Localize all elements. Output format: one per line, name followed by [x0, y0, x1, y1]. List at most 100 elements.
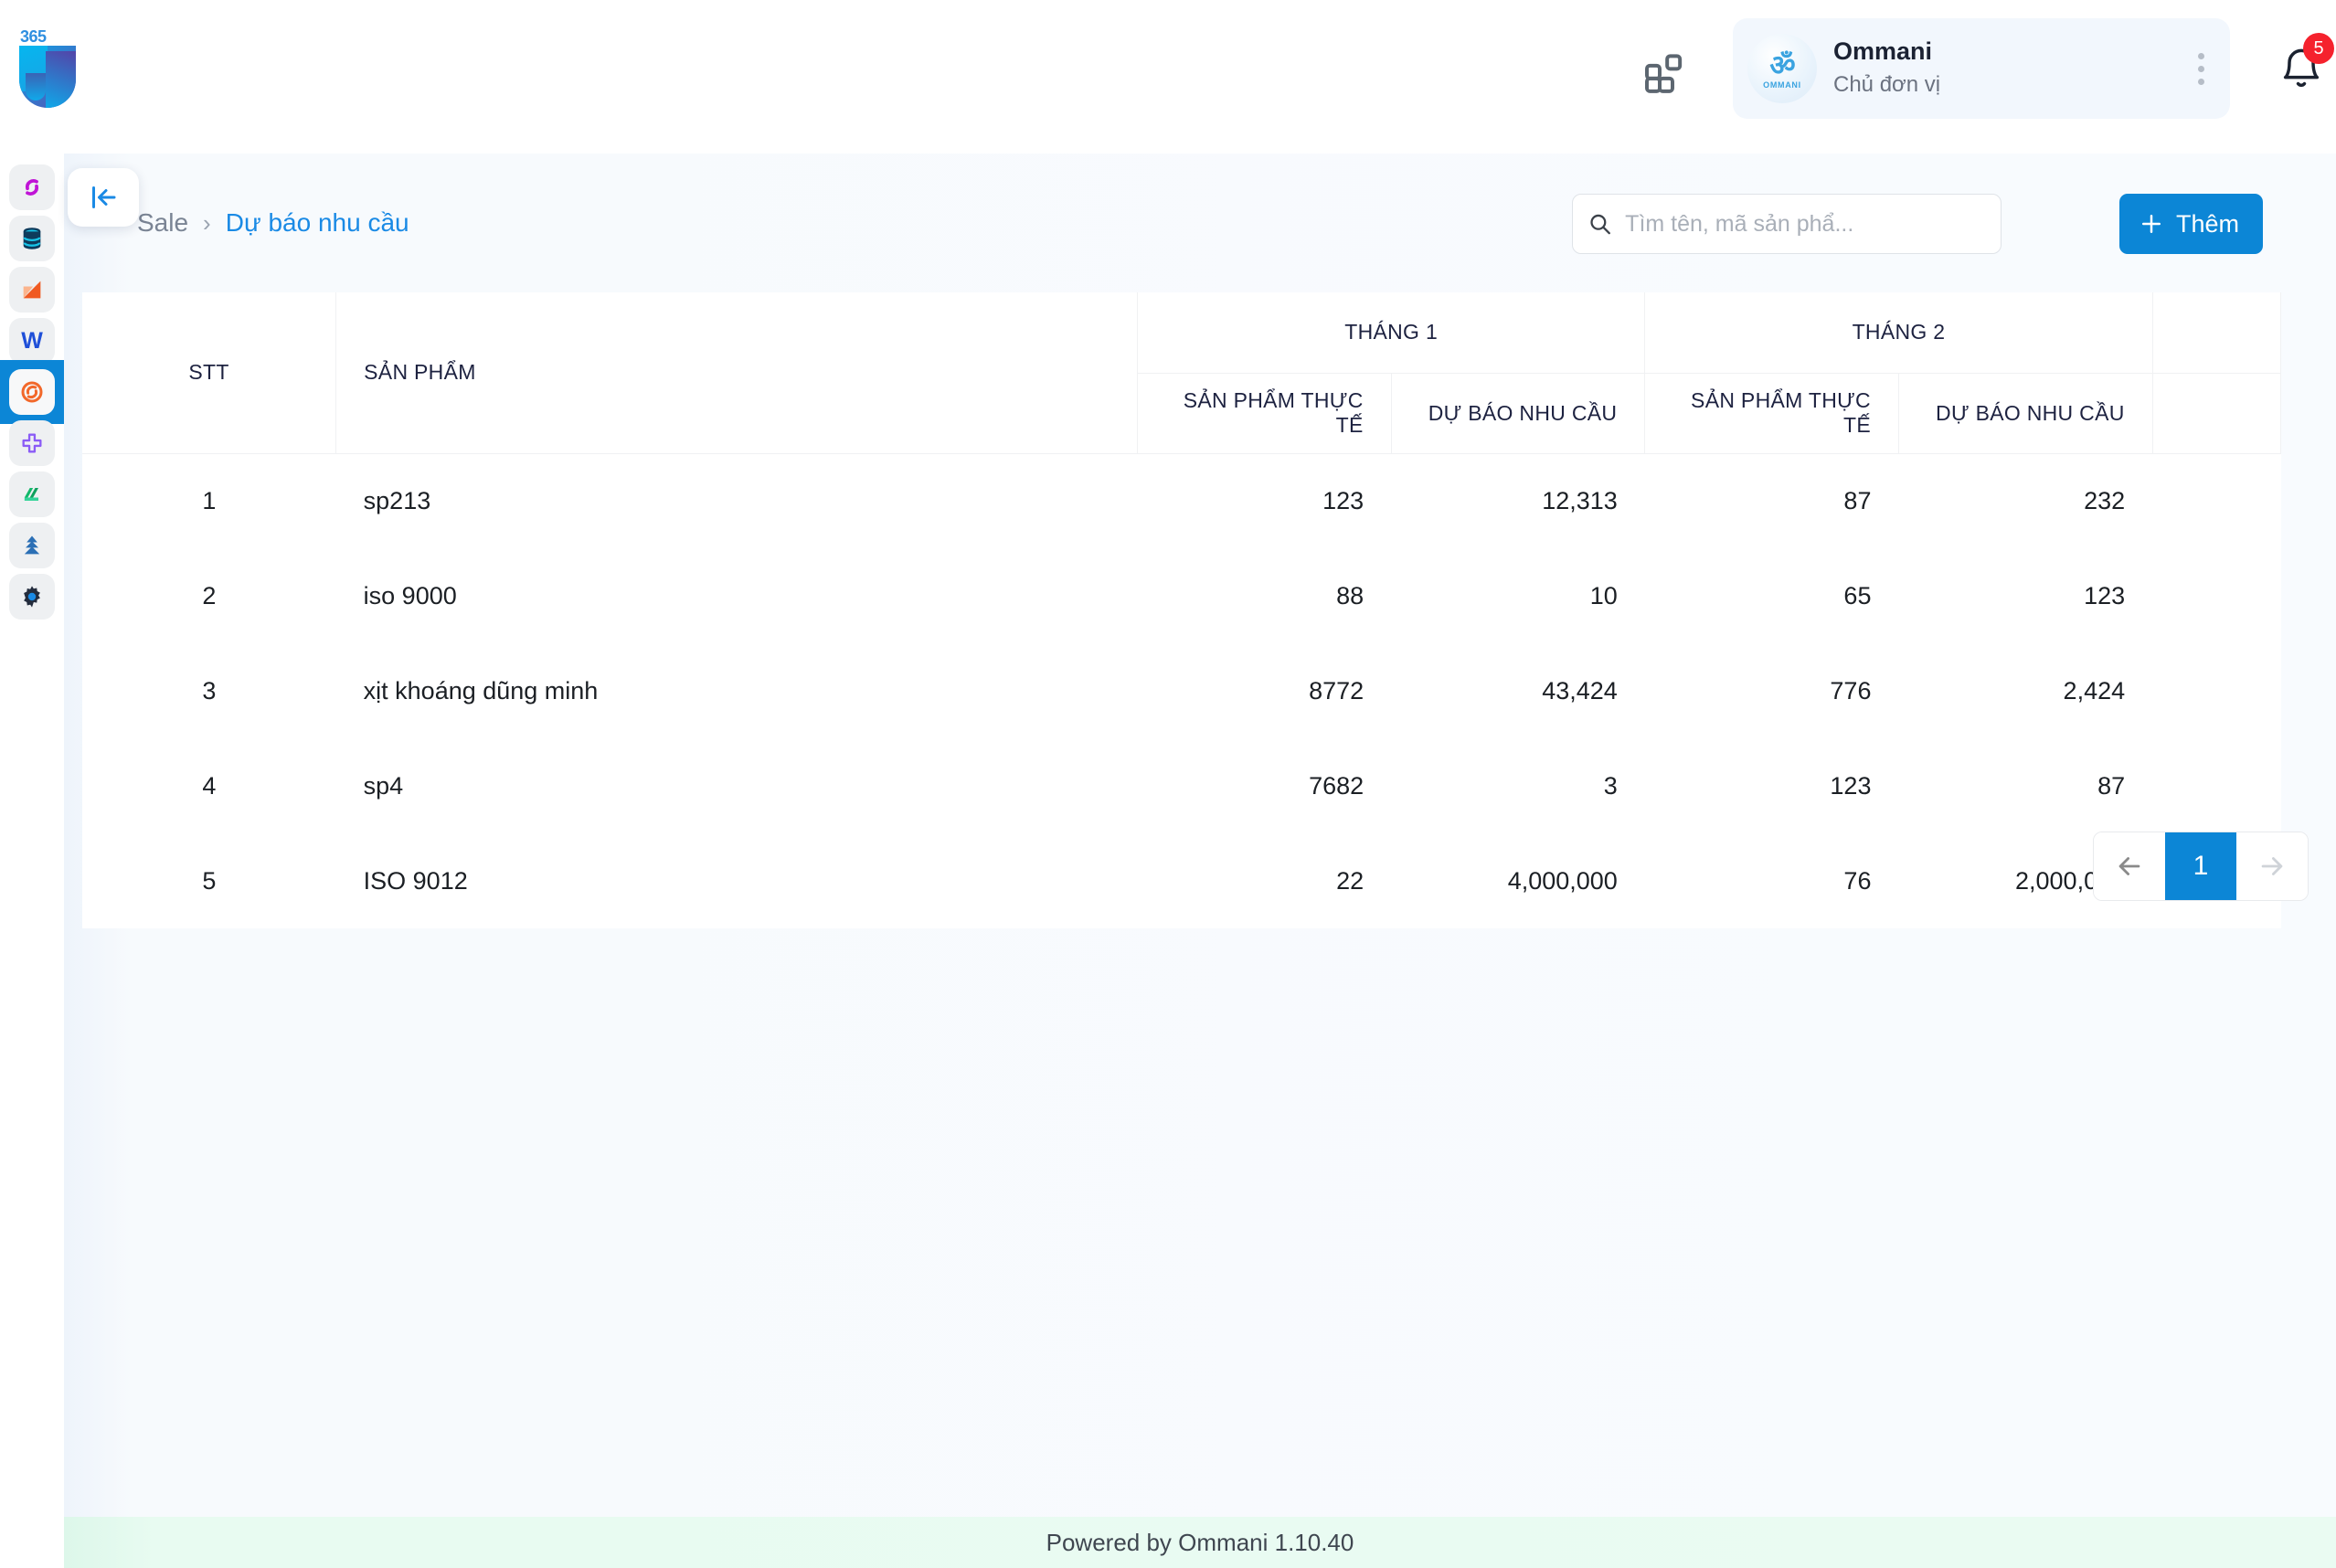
add-button[interactable]: Thêm	[2119, 194, 2263, 254]
cell-overflow	[2152, 738, 2280, 833]
pagination: 1	[2093, 832, 2309, 901]
cell-m1-actual: 123	[1138, 453, 1392, 548]
cell-m1-forecast: 3	[1391, 738, 1645, 833]
forecast-table-card: STT SẢN PHẨM THÁNG 1 THÁNG 2 SẢN PHẨM TH…	[82, 292, 2281, 928]
cell-m1-forecast: 10	[1391, 548, 1645, 643]
notification-badge: 5	[2303, 33, 2334, 64]
app-swirl-purple-icon	[9, 164, 55, 210]
collapse-sidebar-icon	[87, 181, 120, 214]
footer: Powered by Ommani 1.10.40	[64, 1517, 2336, 1568]
pagination-page-1[interactable]: 1	[2165, 832, 2236, 900]
table-header-group-row: STT SẢN PHẨM THÁNG 1 THÁNG 2	[82, 292, 2281, 373]
table-row[interactable]: 3 xịt khoáng dũng minh 8772 43,424 776 2…	[82, 643, 2281, 738]
cell-stt: 1	[82, 453, 336, 548]
footer-text: Powered by Ommani 1.10.40	[1046, 1529, 1354, 1557]
col-group-overflow	[2152, 292, 2280, 373]
user-info: Ommani Chủ đơn vị	[1833, 37, 2184, 100]
kebab-dot	[2198, 79, 2204, 85]
pagination-next-button[interactable]	[2236, 832, 2308, 900]
col-header-m2-forecast: DỰ BÁO NHU CẦU	[1898, 373, 2152, 453]
cell-m1-actual: 7682	[1138, 738, 1392, 833]
breadcrumb-root[interactable]: Sale	[137, 208, 188, 238]
cell-m2-forecast: 2,424	[1898, 643, 2152, 738]
cell-stt: 4	[82, 738, 336, 833]
app-database-icon	[9, 216, 55, 261]
kebab-menu-icon[interactable]	[2184, 43, 2217, 94]
app-spiral-orange-icon	[9, 369, 55, 415]
demand-forecast-table: STT SẢN PHẨM THÁNG 1 THÁNG 2 SẢN PHẨM TH…	[82, 292, 2281, 928]
app-sidebar: W	[0, 154, 64, 1568]
cell-overflow	[2152, 453, 2280, 548]
kebab-dot	[2198, 66, 2204, 72]
user-role: Chủ đơn vị	[1833, 70, 2184, 100]
plus-icon	[2138, 210, 2165, 238]
app-365-logo[interactable]: 365	[16, 27, 79, 108]
arrow-right-icon	[2256, 851, 2288, 882]
breadcrumb-current[interactable]: Dự báo nhu cầu	[226, 208, 409, 238]
breadcrumb: Sale › Dự báo nhu cầu	[137, 208, 409, 238]
app-tree-blue-icon	[9, 523, 55, 568]
col-header-m2-actual: SẢN PHẨM THỰC TẾ	[1645, 373, 1899, 453]
app-layers-green-icon	[9, 471, 55, 517]
cell-product: iso 9000	[336, 548, 1138, 643]
apps-grid-icon[interactable]	[1641, 48, 1692, 99]
search-input[interactable]	[1625, 211, 1986, 238]
top-bar: 365 ॐ OMMANI Ommani Chủ đơn vị 5	[0, 0, 2336, 154]
table-row[interactable]: 4 sp4 7682 3 123 87	[82, 738, 2281, 833]
collapse-sidebar-button[interactable]	[68, 168, 139, 227]
logo-u-notch	[26, 73, 46, 101]
table-row[interactable]: 2 iso 9000 88 10 65 123	[82, 548, 2281, 643]
app-arrow-orange-icon	[9, 267, 55, 313]
cell-overflow	[2152, 548, 2280, 643]
kebab-dot	[2198, 53, 2204, 59]
cell-m1-actual: 22	[1138, 833, 1392, 928]
cell-m2-actual: 776	[1645, 643, 1899, 738]
breadcrumb-separator: ›	[203, 209, 211, 238]
main-content: Sale › Dự báo nhu cầu Thêm STT SẢN PHẨM	[64, 154, 2336, 1568]
app-cross-purple-icon	[9, 420, 55, 466]
cell-m2-actual: 76	[1645, 833, 1899, 928]
cell-stt: 2	[82, 548, 336, 643]
arrow-left-icon	[2114, 851, 2145, 882]
cell-m2-actual: 123	[1645, 738, 1899, 833]
pagination-prev-button[interactable]	[2094, 832, 2165, 900]
table-row[interactable]: 5 ISO 9012 22 4,000,000 76 2,000,000	[82, 833, 2281, 928]
app-settings-gear-icon	[9, 574, 55, 620]
cell-m1-forecast: 12,313	[1391, 453, 1645, 548]
col-header-stt: STT	[82, 292, 336, 453]
cell-m2-forecast: 232	[1898, 453, 2152, 548]
cell-m2-actual: 65	[1645, 548, 1899, 643]
col-group-month-2: THÁNG 2	[1645, 292, 2152, 373]
cell-stt: 3	[82, 643, 336, 738]
breadcrumb-bar: Sale › Dự báo nhu cầu Thêm	[64, 154, 2336, 292]
sidebar-item-settings[interactable]	[0, 565, 64, 629]
app-w-blue-icon: W	[9, 318, 55, 364]
col-header-overflow	[2152, 373, 2280, 453]
notifications-button[interactable]: 5	[2278, 44, 2329, 99]
search-box[interactable]	[1572, 194, 2002, 254]
cell-product: sp4	[336, 738, 1138, 833]
cell-overflow	[2152, 643, 2280, 738]
cell-m1-forecast: 4,000,000	[1391, 833, 1645, 928]
cell-product: ISO 9012	[336, 833, 1138, 928]
col-header-m1-forecast: DỰ BÁO NHU CẦU	[1391, 373, 1645, 453]
table-row[interactable]: 1 sp213 123 12,313 87 232	[82, 453, 2281, 548]
col-header-m1-actual: SẢN PHẨM THỰC TẾ	[1138, 373, 1392, 453]
cell-m1-forecast: 43,424	[1391, 643, 1645, 738]
cell-product: xịt khoáng dũng minh	[336, 643, 1138, 738]
avatar: ॐ OMMANI	[1747, 34, 1817, 103]
col-header-product: SẢN PHẨM	[336, 292, 1138, 453]
cell-stt: 5	[82, 833, 336, 928]
cell-m1-actual: 8772	[1138, 643, 1392, 738]
cell-m2-actual: 87	[1645, 453, 1899, 548]
avatar-om-symbol: ॐ	[1769, 51, 1794, 79]
cell-product: sp213	[336, 453, 1138, 548]
table-body: 1 sp213 123 12,313 87 232 2 iso 9000 88 …	[82, 453, 2281, 928]
logo-u-shape	[19, 46, 76, 108]
col-group-month-1: THÁNG 1	[1138, 292, 1645, 373]
cell-m2-forecast: 123	[1898, 548, 2152, 643]
user-profile-chip[interactable]: ॐ OMMANI Ommani Chủ đơn vị	[1733, 18, 2230, 119]
cell-m1-actual: 88	[1138, 548, 1392, 643]
add-button-label: Thêm	[2176, 210, 2239, 238]
user-name: Ommani	[1833, 37, 2184, 68]
